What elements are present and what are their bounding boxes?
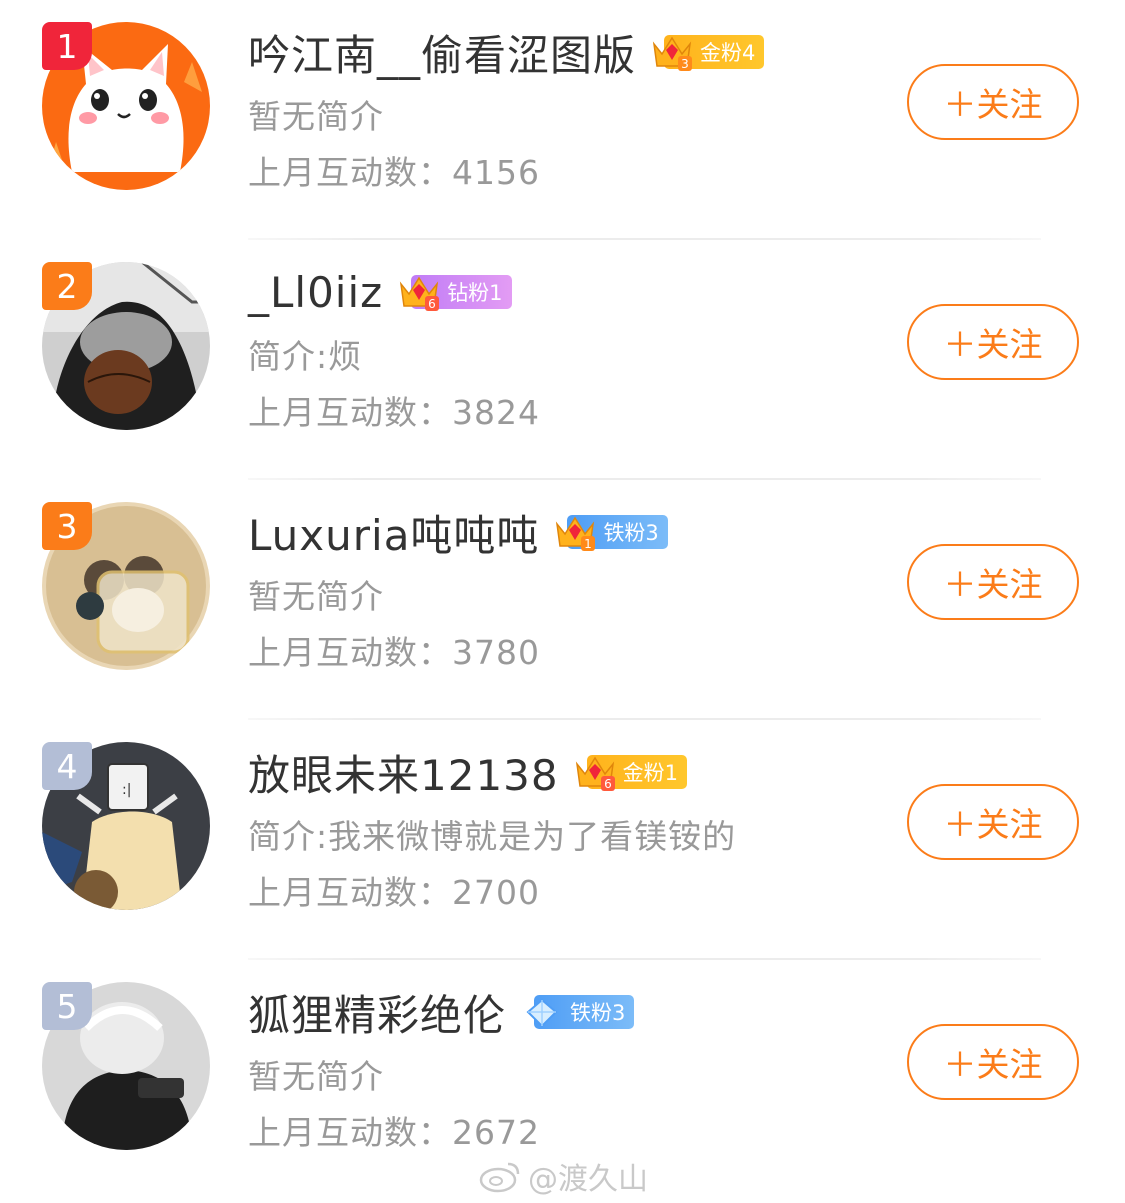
watermark: @渡久山 bbox=[478, 1156, 648, 1197]
crown-level: 6 bbox=[428, 297, 436, 311]
crown-icon: 6 bbox=[575, 756, 615, 791]
user-intro: 暂无简介 bbox=[248, 577, 384, 616]
crown-icon: 6 bbox=[400, 276, 440, 311]
stat-label: 上月互动数： bbox=[248, 873, 452, 912]
user-name[interactable]: 放眼未来12138 bbox=[248, 742, 559, 803]
stat-value: 2700 bbox=[452, 873, 540, 912]
crown-level: 6 bbox=[604, 777, 612, 791]
name-line: 放眼未来12138 6 金粉1 bbox=[248, 742, 687, 802]
crown-icon: 1 bbox=[556, 516, 596, 551]
follow-button[interactable]: ＋关注 bbox=[907, 784, 1079, 860]
list-item[interactable]: 3 Luxuria吨吨吨 1 铁粉3 暂无简介 上月互动数：3780 ＋关注 bbox=[0, 480, 1125, 720]
user-name[interactable]: Luxuria吨吨吨 bbox=[248, 502, 539, 563]
stat-label: 上月互动数： bbox=[248, 393, 452, 432]
stat-label: 上月互动数： bbox=[248, 1113, 452, 1152]
crown-level: 1 bbox=[585, 537, 593, 551]
diamond-icon bbox=[526, 998, 558, 1028]
name-line: 吟江南__偷看涩图版 3 金粉4 bbox=[248, 22, 765, 83]
fan-ranking-list: 1 吟江南__偷看涩图版 3 金粉4 暂无简介 上月互动数：4156 ＋关注 2… bbox=[0, 0, 1125, 1200]
list-item[interactable]: 2 _Ll0iiz 6 钻粉1 简介:烦 上月互动数：3824 ＋关注 bbox=[0, 240, 1125, 480]
rank-badge: 5 bbox=[42, 982, 92, 1030]
user-intro: 简介:烦 bbox=[248, 337, 363, 376]
user-name[interactable]: _Ll0iiz bbox=[248, 268, 383, 317]
list-item[interactable]: :| 4 放眼未来12138 6 金粉1 简介:我来微博就是为了看镁铵的 上月互… bbox=[0, 720, 1125, 960]
stat-value: 3824 bbox=[452, 393, 540, 432]
weibo-logo-icon bbox=[479, 1162, 520, 1193]
svg-text::|: :| bbox=[122, 782, 131, 798]
rank-badge: 3 bbox=[42, 502, 92, 550]
user-name[interactable]: 吟江南__偷看涩图版 bbox=[248, 22, 636, 83]
rank-badge: 1 bbox=[42, 22, 92, 70]
fan-badge[interactable]: 铁粉3 bbox=[520, 992, 635, 1032]
fan-badge[interactable]: 3 金粉4 bbox=[650, 32, 765, 72]
fan-badge[interactable]: 6 金粉1 bbox=[573, 752, 687, 792]
fan-badge[interactable]: 1 铁粉3 bbox=[553, 512, 668, 552]
name-line: _Ll0iiz 6 钻粉1 bbox=[248, 262, 512, 322]
crown-level: 3 bbox=[681, 57, 689, 71]
interaction-count: 上月互动数：3780 bbox=[248, 626, 540, 674]
follow-button[interactable]: ＋关注 bbox=[907, 544, 1079, 620]
fan-badge[interactable]: 6 钻粉1 bbox=[397, 272, 512, 312]
stat-value: 2672 bbox=[452, 1113, 540, 1152]
stat-value: 4156 bbox=[452, 153, 540, 192]
name-line: 狐狸精彩绝伦 铁粉3 bbox=[248, 982, 635, 1043]
interaction-count: 上月互动数：2672 bbox=[248, 1106, 540, 1154]
user-intro: 暂无简介 bbox=[248, 97, 384, 136]
name-line: Luxuria吨吨吨 1 铁粉3 bbox=[248, 502, 668, 562]
follow-button[interactable]: ＋关注 bbox=[907, 64, 1079, 140]
user-intro: 简介:我来微博就是为了看镁铵的 bbox=[248, 817, 737, 856]
interaction-count: 上月互动数：3824 bbox=[248, 386, 540, 434]
follow-button[interactable]: ＋关注 bbox=[907, 304, 1079, 380]
follow-button[interactable]: ＋关注 bbox=[907, 1024, 1079, 1100]
stat-label: 上月互动数： bbox=[248, 633, 452, 672]
stat-label: 上月互动数： bbox=[248, 153, 452, 192]
user-intro: 暂无简介 bbox=[248, 1057, 384, 1096]
list-item[interactable]: 1 吟江南__偷看涩图版 3 金粉4 暂无简介 上月互动数：4156 ＋关注 bbox=[0, 0, 1125, 240]
interaction-count: 上月互动数：4156 bbox=[248, 146, 540, 194]
rank-badge: 4 bbox=[42, 742, 92, 790]
crown-icon: 3 bbox=[652, 36, 693, 71]
user-name[interactable]: 狐狸精彩绝伦 bbox=[248, 982, 506, 1043]
watermark-text: @渡久山 bbox=[528, 1162, 648, 1197]
rank-badge: 2 bbox=[42, 262, 92, 310]
stat-value: 3780 bbox=[452, 633, 540, 672]
interaction-count: 上月互动数：2700 bbox=[248, 866, 540, 914]
